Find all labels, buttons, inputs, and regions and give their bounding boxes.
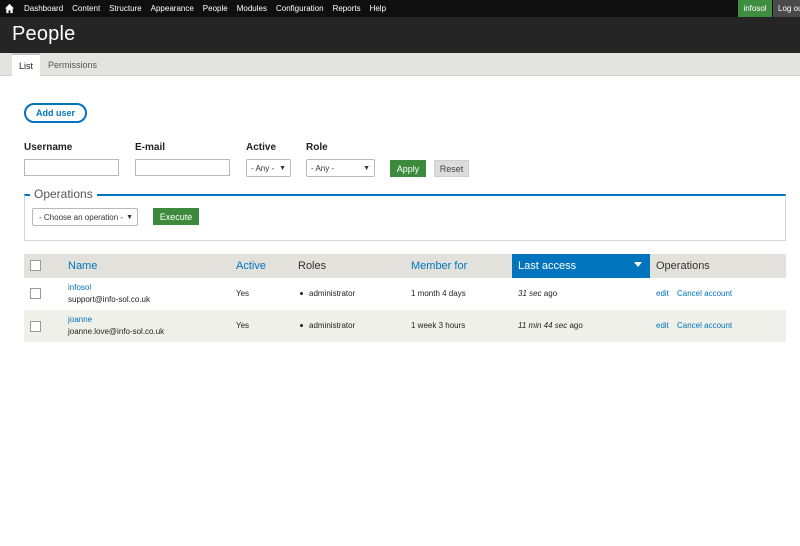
user-email: support@info-sol.co.uk [68,295,150,304]
home-icon[interactable] [4,3,15,14]
last-access-suffix: ago [541,289,558,298]
primary-tabs: List Permissions [0,53,800,76]
member-for: 1 week 3 hours [411,321,466,330]
last-access: 31 sec ago [518,289,557,298]
active-select-value: - Any - [251,163,275,173]
edit-link[interactable]: edit [656,289,669,298]
reset-button[interactable]: Reset [434,160,469,177]
user-name-link[interactable]: joanne [68,315,92,324]
last-access-suffix: ago [567,321,583,330]
operations-fieldset [24,194,786,241]
member-for: 1 month 4 days [411,289,466,298]
add-user-button[interactable]: Add user [24,103,87,123]
column-name[interactable]: Name [68,254,97,278]
toolbar-item-structure[interactable]: Structure [109,4,141,13]
chevron-down-icon: ▼ [279,165,286,172]
sort-descending-icon [634,262,642,267]
email-field[interactable] [135,159,230,176]
user-email: joanne.love@info-sol.co.uk [68,327,165,336]
column-last-access[interactable]: Last access [512,254,650,278]
row-checkbox[interactable] [30,288,41,299]
table-row: joanne joanne.love@info-sol.co.uk Yes ad… [24,310,786,342]
admin-toolbar: Dashboard Content Structure Appearance P… [0,0,800,17]
table-header: Name Active Roles Member for Last access… [24,254,786,278]
column-last-access-label: Last access [518,260,577,272]
tab-permissions[interactable]: Permissions [44,53,97,76]
column-active[interactable]: Active [236,254,266,278]
toolbar-item-modules[interactable]: Modules [237,4,267,13]
role-select[interactable]: - Any - ▼ [306,159,375,177]
toolbar-user[interactable]: infosol [738,0,772,17]
cancel-account-link[interactable]: Cancel account [677,289,732,298]
table-row: infosol support@info-sol.co.uk Yes admin… [24,278,786,310]
operation-select[interactable]: - Choose an operation - ▼ [32,208,138,226]
last-access-time: 11 min 44 sec [518,321,568,330]
toolbar-item-people[interactable]: People [203,4,228,13]
operation-select-value: - Choose an operation - [39,212,124,222]
active-label: Active [246,142,277,153]
toolbar-item-configuration[interactable]: Configuration [276,4,324,13]
chevron-down-icon: ▼ [126,214,133,221]
cancel-account-link[interactable]: Cancel account [677,321,732,330]
execute-button[interactable]: Execute [153,208,199,225]
toolbar-item-reports[interactable]: Reports [333,4,361,13]
column-member-for[interactable]: Member for [411,254,467,278]
column-roles: Roles [298,260,327,272]
role-select-value: - Any - [311,163,335,173]
user-active: Yes [236,289,250,298]
page-title: People [12,23,76,45]
toolbar-item-content[interactable]: Content [72,4,100,13]
apply-button[interactable]: Apply [390,160,426,177]
toolbar-item-appearance[interactable]: Appearance [151,4,194,13]
user-role: administrator [300,321,355,330]
last-access-time: 31 sec [518,289,542,298]
user-active: Yes [236,321,250,330]
row-checkbox[interactable] [30,321,41,332]
toolbar-item-dashboard[interactable]: Dashboard [24,4,63,13]
chevron-down-icon: ▼ [363,165,370,172]
toolbar-menu: Dashboard Content Structure Appearance P… [24,0,395,17]
role-label: Role [306,142,328,153]
edit-link[interactable]: edit [656,321,669,330]
active-select[interactable]: - Any - ▼ [246,159,291,177]
user-role-label: administrator [309,321,356,330]
logout-link[interactable]: Log out [773,0,800,17]
toolbar-item-help[interactable]: Help [370,4,386,13]
user-name-link[interactable]: infosol [68,283,91,292]
operations-legend: Operations [30,187,97,201]
page-header: People [0,17,800,53]
tab-list[interactable]: List [12,53,40,76]
select-all-checkbox[interactable] [30,260,41,271]
user-role: administrator [300,289,355,298]
user-role-label: administrator [309,289,356,298]
column-operations: Operations [656,260,710,272]
bullet-icon [300,292,303,296]
bullet-icon [300,324,303,328]
email-label: E-mail [135,142,166,153]
username-field[interactable] [24,159,119,176]
last-access: 11 min 44 sec ago [518,321,583,330]
username-label: Username [24,142,73,153]
